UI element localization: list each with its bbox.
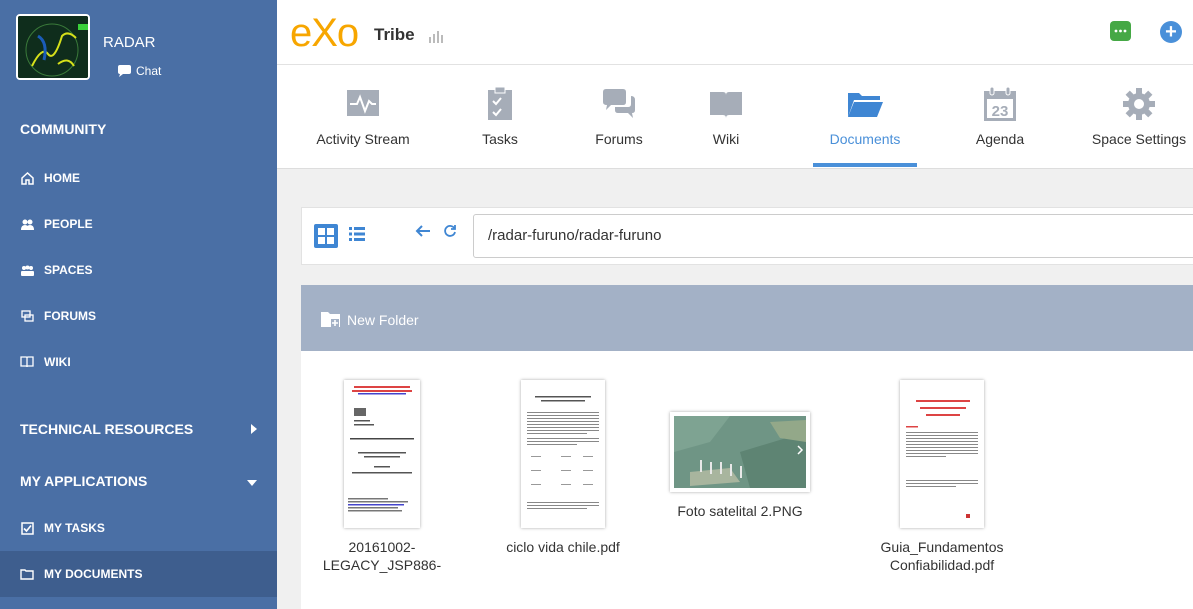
tab-wiki[interactable]: Wiki — [701, 65, 751, 169]
sidebar-item-label: MY TASKS — [44, 521, 105, 535]
top-bar: eXo Tribe + — [277, 0, 1193, 65]
activity-icon — [343, 84, 383, 124]
forums-icon — [20, 309, 34, 323]
sidebar-item-my-tasks[interactable]: MY TASKS — [0, 505, 277, 551]
space-navigation: Activity Stream Tasks Forums Wiki Docume… — [277, 65, 1193, 169]
image-thumbnail — [670, 412, 810, 492]
chat-icon — [118, 64, 131, 77]
active-tab-indicator — [813, 163, 917, 167]
address-bar-path[interactable]: /radar-furuno/radar-furuno — [473, 214, 1193, 258]
sidebar-item-wiki[interactable]: WIKI — [0, 339, 277, 385]
people-icon — [20, 217, 34, 231]
space-name[interactable]: Tribe — [374, 25, 415, 45]
my-applications-title: MY APPLICATIONS — [20, 473, 148, 489]
chat-bubble-icon — [1114, 29, 1127, 33]
document-name: 20161002-LEGACY_JSP886- — [322, 539, 442, 573]
community-section-title: COMMUNITY — [20, 121, 107, 137]
wiki-icon — [706, 84, 746, 124]
pdf-thumbnail — [521, 380, 605, 528]
sidebar-item-label: HOME — [44, 171, 80, 185]
documents-toolbar: /radar-furuno/radar-furuno — [301, 207, 1193, 265]
chat-label: Chat — [136, 64, 162, 78]
sidebar-item-label: PEOPLE — [44, 217, 93, 231]
sidebar-item-home[interactable]: HOME — [0, 155, 277, 201]
document-name: Guia_Fundamentos Confiabilidad.pdf — [880, 539, 1004, 573]
tab-documents[interactable]: Documents — [813, 65, 917, 169]
document-item[interactable]: Foto satelital 2.PNG — [665, 412, 815, 564]
tab-agenda[interactable]: 23 Agenda — [970, 65, 1030, 169]
spaces-icon — [20, 263, 34, 277]
tab-forums[interactable]: Forums — [584, 65, 654, 169]
space-stats-icon — [429, 30, 443, 48]
exo-logo[interactable]: eXo — [290, 11, 359, 55]
sidebar-item-spaces[interactable]: SPACES — [0, 247, 277, 293]
tab-label: Activity Stream — [316, 131, 410, 147]
tab-label: Tasks — [482, 131, 518, 147]
sidebar-item-my-documents[interactable]: MY DOCUMENTS — [0, 551, 277, 597]
user-profile: RADAR Chat — [0, 0, 277, 100]
tab-label: Space Settings — [1091, 131, 1187, 147]
wiki-icon — [20, 355, 34, 369]
chat-link[interactable]: Chat — [117, 64, 161, 78]
sidebar-item-label: WIKI — [44, 355, 71, 369]
home-icon — [20, 171, 34, 185]
document-item[interactable]: 20161002-LEGACY_JSP886- — [307, 380, 457, 600]
forums-icon — [599, 84, 639, 124]
my-applications-section[interactable]: MY APPLICATIONS — [0, 457, 277, 505]
pdf-thumbnail — [900, 380, 984, 528]
tab-label: Documents — [829, 131, 901, 147]
sidebar-item-label: FORUMS — [44, 309, 96, 323]
tab-tasks[interactable]: Tasks — [473, 65, 527, 169]
technical-resources-title: TECHNICAL RESOURCES — [20, 421, 194, 437]
pdf-thumbnail — [344, 380, 420, 528]
sidebar-item-label: SPACES — [44, 263, 93, 277]
back-arrow-icon[interactable] — [415, 221, 431, 244]
gear-icon — [1119, 84, 1159, 124]
list-icon — [349, 227, 365, 241]
add-icon[interactable]: + — [1160, 21, 1182, 43]
documents-icon — [845, 84, 885, 124]
tasks-icon — [480, 84, 520, 124]
documents-panel: New Folder 20161002-LEGACY_JSP886- ciclo… — [301, 285, 1193, 609]
new-folder-label: New Folder — [347, 311, 419, 328]
tab-activity-stream[interactable]: Activity Stream — [310, 65, 416, 169]
avatar[interactable] — [16, 14, 90, 80]
document-name: ciclo vida chile.pdf — [506, 539, 620, 555]
refresh-icon[interactable] — [443, 224, 457, 243]
sidebar-item-forums[interactable]: FORUMS — [0, 293, 277, 339]
document-name: Foto satelital 2.PNG — [677, 503, 803, 519]
tab-label: Wiki — [712, 131, 740, 147]
chat-button[interactable] — [1110, 21, 1131, 41]
chevron-right-icon — [251, 421, 257, 437]
grid-view-button[interactable] — [314, 224, 338, 248]
folder-icon — [20, 567, 34, 581]
username[interactable]: RADAR — [103, 34, 156, 51]
new-folder-icon — [321, 312, 340, 327]
checkbox-icon — [20, 521, 34, 535]
sidebar-item-people[interactable]: PEOPLE — [0, 201, 277, 247]
calendar-icon: 23 — [980, 84, 1020, 124]
action-bar: New Folder — [301, 285, 1193, 351]
document-item[interactable]: ciclo vida chile.pdf — [488, 380, 638, 600]
chevron-down-icon — [247, 473, 257, 489]
new-folder-button[interactable]: New Folder — [321, 311, 419, 328]
tab-label: Agenda — [975, 131, 1025, 147]
sidebar: RADAR Chat COMMUNITY HOME PEOPLE SPACES … — [0, 0, 277, 609]
grid-icon — [318, 228, 334, 244]
technical-resources-section[interactable]: TECHNICAL RESOURCES — [0, 405, 277, 453]
calendar-day: 23 — [992, 103, 1009, 120]
sidebar-item-label: MY DOCUMENTS — [44, 567, 143, 581]
tab-label: Forums — [595, 131, 643, 147]
list-view-button[interactable] — [349, 227, 365, 246]
document-item[interactable]: Guia_Fundamentos Confiabilidad.pdf — [867, 380, 1017, 600]
tab-space-settings[interactable]: Space Settings — [1085, 65, 1193, 169]
